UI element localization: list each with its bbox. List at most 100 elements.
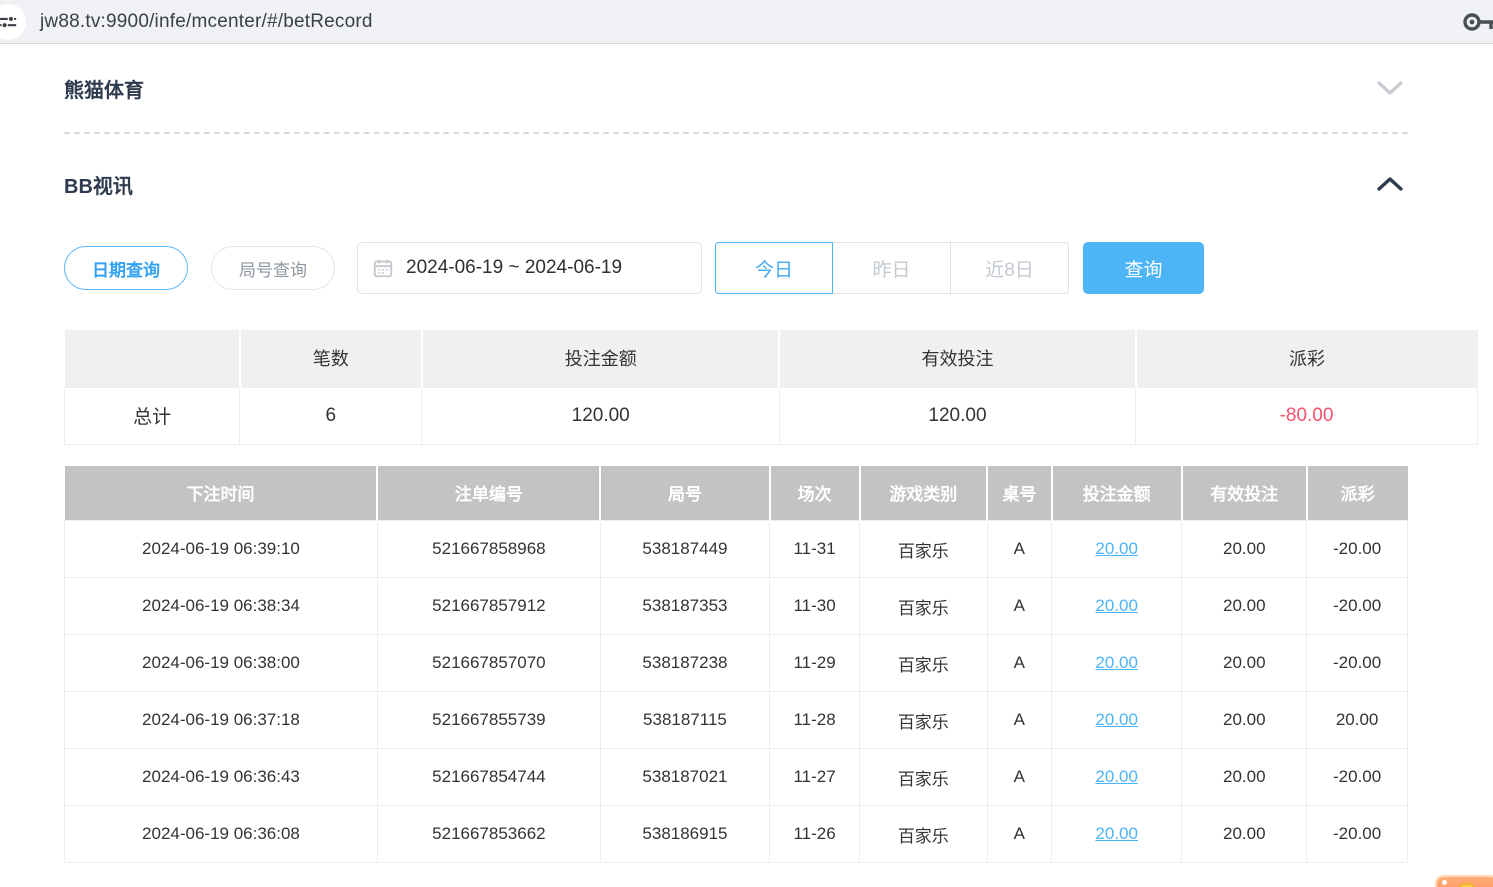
calendar-icon — [372, 257, 394, 279]
summary-valid-bet-value: 120.00 — [779, 387, 1135, 444]
password-key-icon[interactable] — [1461, 9, 1493, 40]
date-range-input[interactable]: 2024-06-19 ~ 2024-06-19 — [357, 242, 702, 294]
table-row: 2024-06-19 06:37:18 521667855739 5381871… — [65, 692, 1408, 749]
cell-valid-bet: 20.00 — [1182, 692, 1307, 749]
cell-bet-id: 521667857070 — [377, 635, 600, 692]
cell-valid-bet: 20.00 — [1182, 578, 1307, 635]
cell-game-type: 百家乐 — [860, 806, 988, 863]
summary-count-value: 6 — [240, 387, 422, 444]
filter-toolbar: 日期查询 局号查询 2024-06-19 ~ 2024-06-19 今日 昨日 … — [64, 242, 1493, 294]
bet-amount-link[interactable]: 20.00 — [1095, 710, 1138, 729]
cell-session: 11-29 — [770, 635, 860, 692]
cell-bet-id: 521667853662 — [377, 806, 600, 863]
cell-bet-id: 521667857912 — [377, 578, 600, 635]
cell-session: 11-27 — [770, 749, 860, 806]
cell-round-number: 538187238 — [600, 635, 769, 692]
summary-table: 笔数 投注金额 有效投注 派彩 总计 6 120.00 120.00 -80.0… — [64, 330, 1478, 445]
bet-record-table: 下注时间 注单编号 局号 场次 游戏类别 桌号 投注金额 有效投注 派彩 202… — [64, 466, 1408, 864]
cell-table-number: A — [987, 806, 1051, 863]
cell-round-number: 538187449 — [600, 521, 769, 578]
col-header-bet-id: 注单编号 — [377, 466, 600, 521]
cell-game-type: 百家乐 — [860, 749, 988, 806]
cell-payout: 20.00 — [1307, 692, 1408, 749]
expand-panda-button[interactable] — [1372, 76, 1408, 100]
site-info-icon[interactable] — [0, 4, 26, 40]
key-icon — [1461, 9, 1493, 35]
cell-bet-id: 521667858968 — [377, 521, 600, 578]
cell-session: 11-31 — [770, 521, 860, 578]
round-query-tab[interactable]: 局号查询 — [211, 246, 335, 290]
summary-payout-value: -80.00 — [1136, 387, 1478, 444]
cell-valid-bet: 20.00 — [1182, 749, 1307, 806]
section-title-panda: 熊猫体育 — [64, 74, 144, 103]
col-header-valid-bet: 有效投注 — [1182, 466, 1307, 521]
col-header-bet-time: 下注时间 — [65, 466, 378, 521]
bet-amount-link[interactable]: 20.00 — [1095, 767, 1138, 786]
cell-round-number: 538187021 — [600, 749, 769, 806]
col-header-payout: 派彩 — [1307, 466, 1408, 521]
chevron-down-icon — [1376, 80, 1404, 96]
cell-round-number: 538187353 — [600, 578, 769, 635]
cell-table-number: A — [987, 692, 1051, 749]
cell-bet-id: 521667855739 — [377, 692, 600, 749]
search-button[interactable]: 查询 — [1083, 242, 1204, 294]
cell-bet-time: 2024-06-19 06:36:08 — [65, 806, 378, 863]
summary-header-row: 笔数 投注金额 有效投注 派彩 — [65, 330, 1478, 387]
browser-address-bar[interactable]: jw88.tv:9900/infe/mcenter/#/betRecord — [0, 0, 1493, 44]
table-row: 2024-06-19 06:38:34 521667857912 5381873… — [65, 578, 1408, 635]
cell-bet-id: 521667854744 — [377, 749, 600, 806]
bet-amount-link[interactable]: 20.00 — [1095, 824, 1138, 843]
cell-valid-bet: 20.00 — [1182, 635, 1307, 692]
cell-game-type: 百家乐 — [860, 578, 988, 635]
summary-total-row: 总计 6 120.00 120.00 -80.00 — [65, 387, 1478, 444]
table-row: 2024-06-19 06:38:00 521667857070 5381872… — [65, 635, 1408, 692]
last-8-days-button[interactable]: 近8日 — [951, 242, 1069, 294]
summary-header-blank — [65, 330, 240, 387]
floating-promo-widget[interactable] — [1435, 875, 1493, 887]
cell-payout: -20.00 — [1307, 635, 1408, 692]
cell-table-number: A — [987, 521, 1051, 578]
summary-header-payout: 派彩 — [1136, 330, 1478, 387]
summary-header-bet-amount: 投注金额 — [422, 330, 779, 387]
cell-session: 11-26 — [770, 806, 860, 863]
col-header-bet-amount: 投注金额 — [1052, 466, 1182, 521]
cell-session: 11-28 — [770, 692, 860, 749]
summary-header-valid-bet: 有效投注 — [779, 330, 1135, 387]
cell-game-type: 百家乐 — [860, 692, 988, 749]
bet-amount-link[interactable]: 20.00 — [1095, 596, 1138, 615]
chevron-up-icon — [1376, 176, 1404, 192]
table-row: 2024-06-19 06:39:10 521667858968 5381874… — [65, 521, 1408, 578]
yesterday-button[interactable]: 昨日 — [833, 242, 951, 294]
section-panda-sports: 熊猫体育 — [64, 44, 1408, 132]
section-bb-video: BB视讯 — [64, 134, 1408, 207]
url-text[interactable]: jw88.tv:9900/infe/mcenter/#/betRecord — [40, 11, 373, 33]
tune-sliders-icon — [0, 12, 18, 32]
cell-game-type: 百家乐 — [860, 635, 988, 692]
col-header-game-type: 游戏类别 — [860, 466, 988, 521]
cell-bet-time: 2024-06-19 06:37:18 — [65, 692, 378, 749]
promo-dot — [1442, 880, 1447, 885]
cell-bet-time: 2024-06-19 06:38:34 — [65, 578, 378, 635]
cell-round-number: 538187115 — [600, 692, 769, 749]
date-query-tab[interactable]: 日期查询 — [64, 246, 188, 290]
section-title-bb: BB视讯 — [64, 170, 133, 199]
cell-payout: -20.00 — [1307, 749, 1408, 806]
cell-game-type: 百家乐 — [860, 521, 988, 578]
bet-amount-link[interactable]: 20.00 — [1095, 653, 1138, 672]
summary-bet-amount-value: 120.00 — [422, 387, 779, 444]
today-button[interactable]: 今日 — [715, 242, 833, 294]
collapse-bb-button[interactable] — [1372, 172, 1408, 196]
cell-session: 11-30 — [770, 578, 860, 635]
col-header-table-number: 桌号 — [987, 466, 1051, 521]
date-range-value: 2024-06-19 ~ 2024-06-19 — [406, 257, 622, 279]
bet-amount-link[interactable]: 20.00 — [1095, 539, 1138, 558]
cell-payout: -20.00 — [1307, 578, 1408, 635]
col-header-session: 场次 — [770, 466, 860, 521]
summary-header-count: 笔数 — [240, 330, 422, 387]
cell-table-number: A — [987, 578, 1051, 635]
table-header-row: 下注时间 注单编号 局号 场次 游戏类别 桌号 投注金额 有效投注 派彩 — [65, 466, 1408, 521]
cell-payout: -20.00 — [1307, 521, 1408, 578]
col-header-round-number: 局号 — [600, 466, 769, 521]
cell-payout: -20.00 — [1307, 806, 1408, 863]
cell-table-number: A — [987, 635, 1051, 692]
